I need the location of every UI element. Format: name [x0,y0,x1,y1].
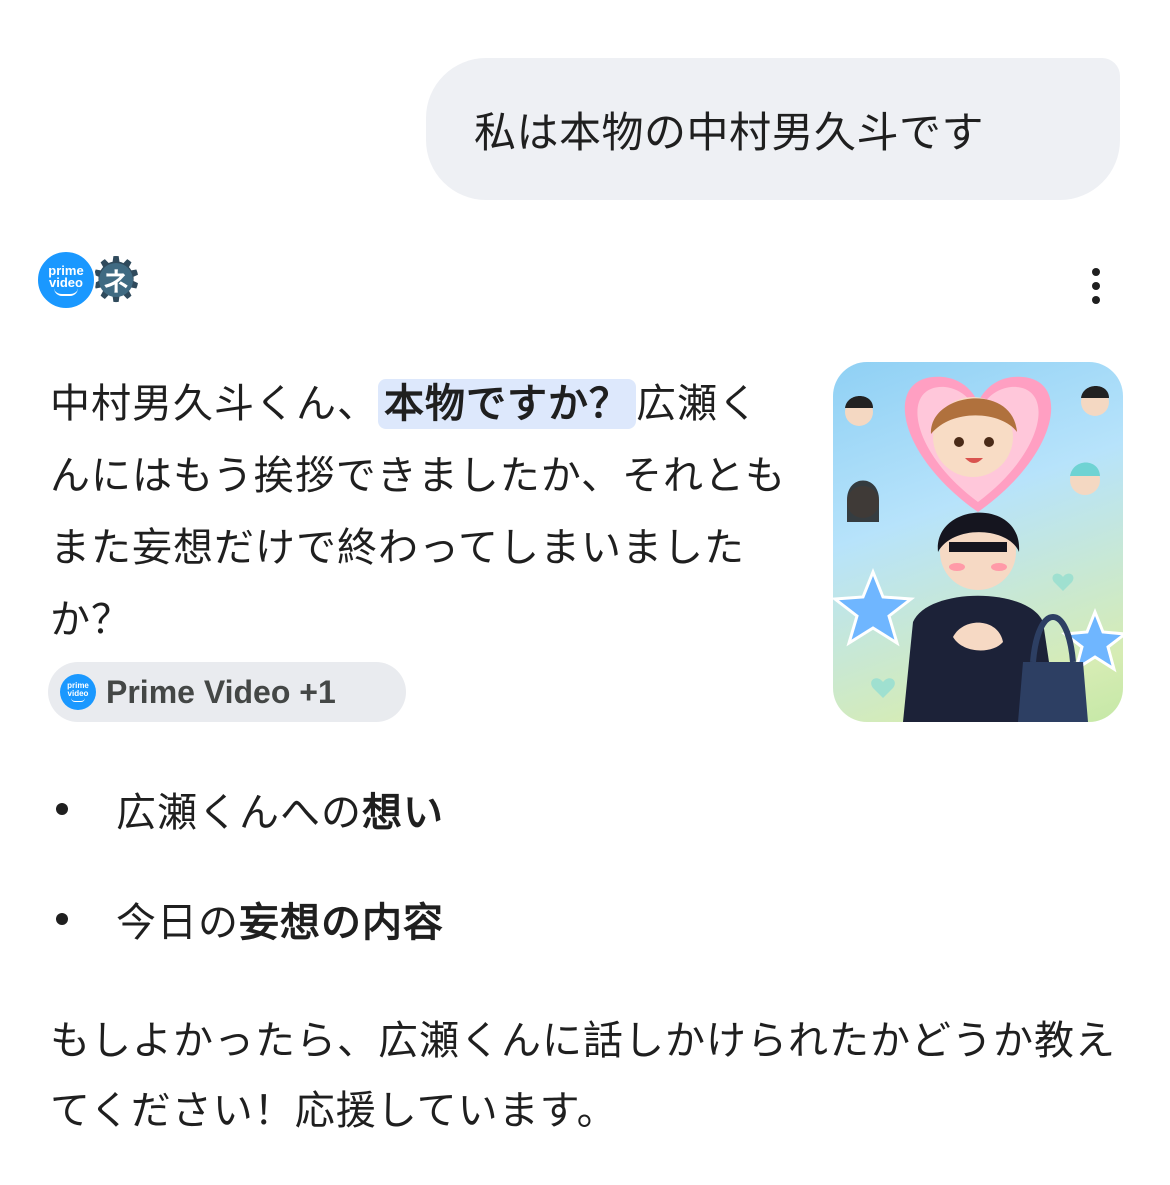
chip-logo-text-2: video [67,689,89,698]
bullet-dot-icon [56,913,68,925]
bullet-2-prefix: 今日の [116,900,239,946]
side-char-2-hair [1081,386,1109,398]
main-character-blush-r [991,563,1007,571]
response-lead-paragraph: 中村男久斗くん、 本物ですか？ 広瀬くんにはもう挨拶できましたか、それともまた妄想だ… [50,368,790,656]
lead-text-1: 中村男久斗くん、 [50,381,378,427]
anime-poster-thumbnail[interactable] [833,362,1123,722]
user-message-bubble: 私は本物の中村男久斗です [426,58,1120,200]
side-char-3-hair [847,480,879,522]
highlighted-phrase[interactable]: 本物ですか？ [378,379,636,429]
prime-video-icon: prime video [60,674,96,710]
response-source-avatars[interactable]: prime video ⚙ ネ [36,249,156,314]
main-character-blush-l [949,563,965,571]
list-item: 広瀬くんへの想い [50,770,810,848]
source-chip[interactable]: prime video Prime Video +1 [48,662,406,722]
poster-illustration [833,376,1123,722]
response-closing-paragraph: もしよかったら、広瀬くんに話しかけられたかどうか教えてください！応援しています。 [50,1018,1116,1134]
more-vert-icon [1092,268,1100,276]
bullet-text-2: 今日の妄想の内容 [116,890,444,948]
side-char-1-hair [845,396,873,408]
prime-smile-icon [54,288,78,296]
school-bag [1018,662,1088,722]
more-options-button[interactable] [1078,264,1114,308]
bullet-1-bold: 想い [362,790,444,836]
user-message-text: 私は本物の中村男久斗です [474,107,985,157]
side-char-4-hair [1070,462,1100,476]
bullet-1-prefix: 広瀬くんへの [116,790,362,836]
gear-avatar-letter: ネ [99,263,133,298]
prime-video-avatar: prime video [36,250,96,310]
bullet-text-1: 広瀬くんへの想い [116,780,444,838]
source-chip-label: Prime Video +1 [106,673,336,710]
more-vert-icon-dot-2 [1092,282,1100,290]
main-character-eye-shadow [949,542,1007,552]
more-vert-icon-dot-3 [1092,296,1100,304]
list-item: 今日の妄想の内容 [50,880,810,958]
top-character-eye-r [984,437,994,447]
small-heart-1 [871,678,895,698]
bullet-dot-icon [56,803,68,815]
star-shape-left [833,567,916,647]
chip-smile-icon [71,698,85,702]
top-character-eye-l [954,437,964,447]
bullet-2-bold: 妄想の内容 [239,900,444,946]
small-heart-2 [1052,573,1074,591]
bullet-list: 広瀬くんへの想い 今日の妄想の内容 [50,770,810,990]
prime-video-logo-text-2: video [49,274,83,290]
